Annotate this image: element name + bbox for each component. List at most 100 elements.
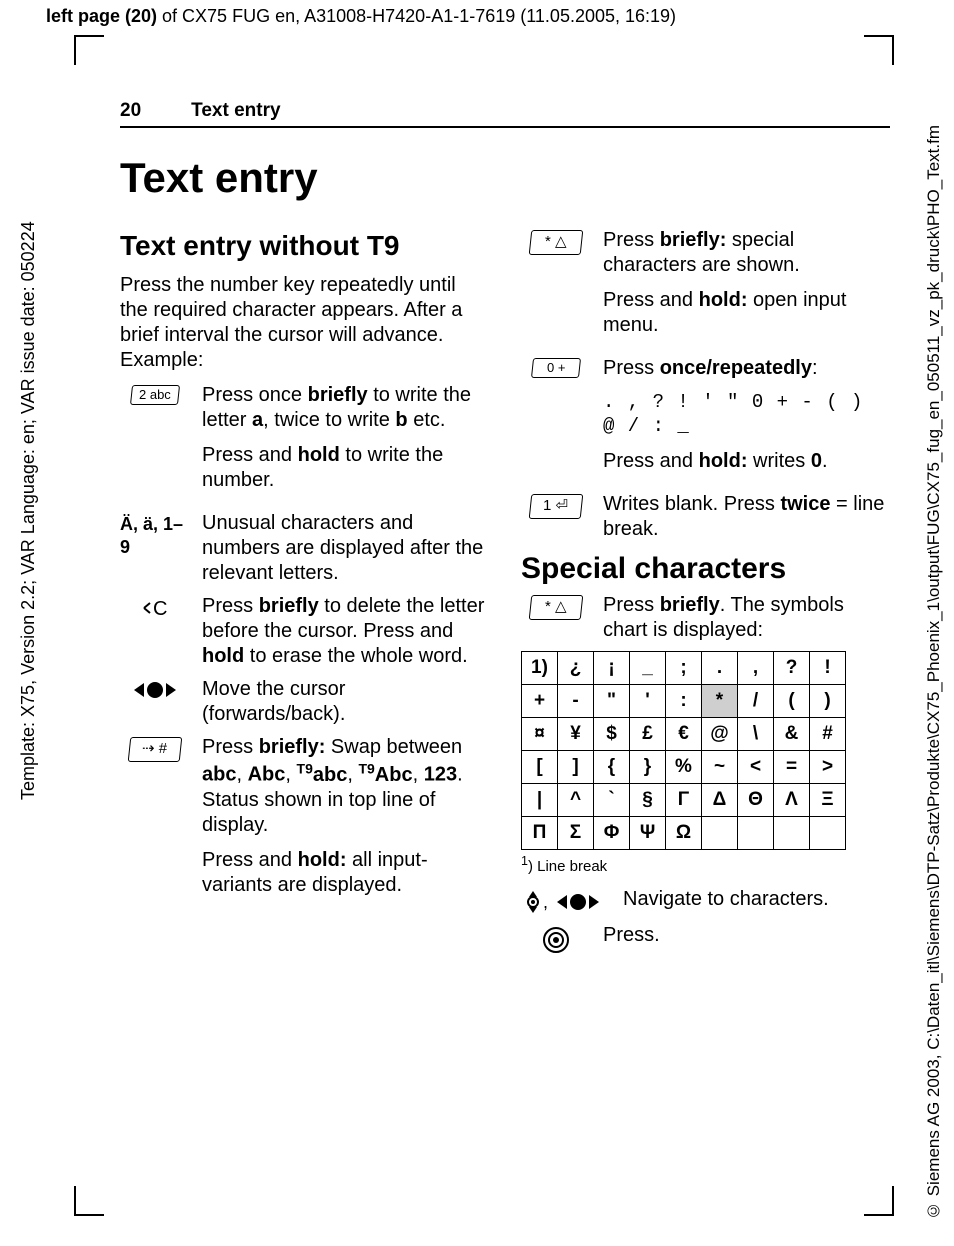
delete-text: Press briefly to delete the letter befor…	[202, 594, 485, 669]
crop-mark	[892, 1186, 894, 1216]
row-hash: ⇢ # Press briefly: Swap between abc, Abc…	[120, 735, 485, 908]
sc-cell: Δ	[702, 784, 738, 817]
right-margin-note: © Siemens AG 2003, C:\Daten_itl\Siemens\…	[924, 60, 944, 1220]
sc-cell: ¤	[522, 718, 558, 751]
hash-text: Press briefly: Swap between abc, Abc, T9…	[202, 735, 485, 908]
svg-text:,: ,	[543, 892, 548, 912]
row-star: * △ Press briefly: special characters ar…	[521, 228, 886, 348]
left-margin-note: Template: X75, Version 2.2; VAR Language…	[18, 40, 38, 800]
sc-cell: :	[666, 685, 702, 718]
crop-mark	[864, 1214, 894, 1216]
zero-text: Press once/repeatedly: . , ? ! ' " 0 + -…	[603, 356, 886, 484]
page-number: 20	[120, 100, 141, 122]
row-special-intro: * △ Press briefly. The symbols chart is …	[521, 593, 886, 643]
sc-cell: Ω	[666, 817, 702, 850]
sc-cell: £	[630, 718, 666, 751]
key-2-icon: 2 abc	[120, 383, 190, 503]
content-area: 20 Text entry Text entry Text entry with…	[120, 100, 890, 963]
sc-cell: §	[630, 784, 666, 817]
crop-mark	[892, 35, 894, 65]
sc-cell: /	[738, 685, 774, 718]
special-characters-table: 1)¿¡_;.,?!+-"':*/()¤¥$£€@\&#[]{}%~<=>|^`…	[521, 651, 846, 850]
table-footnote: 1) Line break	[521, 854, 886, 877]
left-column: Text entry without T9 Press the number k…	[120, 228, 485, 963]
sc-cell: =	[774, 751, 810, 784]
heading-without-t9: Text entry without T9	[120, 228, 485, 263]
sc-cell: Σ	[558, 817, 594, 850]
hash-key-icon: ⇢ #	[120, 735, 190, 908]
sc-cell: )	[810, 685, 846, 718]
sc-cell: Γ	[666, 784, 702, 817]
sc-cell: Ψ	[630, 817, 666, 850]
sc-cell: `	[594, 784, 630, 817]
sc-cell: |	[522, 784, 558, 817]
sc-cell: -	[558, 685, 594, 718]
row-zero: 0 + Press once/repeatedly: . , ? ! ' " 0…	[521, 356, 886, 484]
top-margin-note: left page (20) of CX75 FUG en, A31008-H7…	[46, 6, 676, 27]
sc-cell	[738, 817, 774, 850]
sc-cell: Λ	[774, 784, 810, 817]
row-move: Move the cursor (forwards/back).	[120, 677, 485, 727]
sc-cell: (	[774, 685, 810, 718]
star-key-icon: * △	[521, 228, 591, 348]
sc-cell: Θ	[738, 784, 774, 817]
section-name: Text entry	[191, 100, 280, 122]
sc-cell: }	[630, 751, 666, 784]
crop-mark	[74, 1186, 76, 1216]
row-key-2: 2 abc Press once briefly to write the le…	[120, 383, 485, 503]
crop-mark	[74, 35, 76, 65]
navigate-text: Navigate to characters.	[623, 887, 886, 915]
sc-cell: '	[630, 685, 666, 718]
left-right-icon	[120, 677, 190, 727]
sc-cell: ¡	[594, 652, 630, 685]
row-delete: C Press briefly to delete the letter bef…	[120, 594, 485, 669]
sc-cell: ;	[666, 652, 702, 685]
one-key-icon: 1 ⏎	[521, 492, 591, 542]
sc-cell	[774, 817, 810, 850]
zero-key-icon: 0 +	[521, 356, 591, 484]
sc-cell: $	[594, 718, 630, 751]
one-text: Writes blank. Press twice = line break.	[603, 492, 886, 542]
sc-cell: ^	[558, 784, 594, 817]
crop-mark	[864, 35, 894, 37]
joystick-press-icon	[521, 923, 591, 955]
joystick-nav-icon: ,	[521, 887, 611, 915]
sc-cell: ¿	[558, 652, 594, 685]
heading-special-chars: Special characters	[521, 550, 886, 588]
row-one: 1 ⏎ Writes blank. Press twice = line bre…	[521, 492, 886, 542]
sc-cell: !	[810, 652, 846, 685]
running-header: 20 Text entry	[120, 100, 890, 128]
sc-cell: Ξ	[810, 784, 846, 817]
sc-cell: ~	[702, 751, 738, 784]
sc-cell: .	[702, 652, 738, 685]
page: left page (20) of CX75 FUG en, A31008-H7…	[0, 0, 954, 1246]
sc-cell: \	[738, 718, 774, 751]
sc-cell: #	[810, 718, 846, 751]
sc-cell: &	[774, 718, 810, 751]
sc-cell	[702, 817, 738, 850]
sc-cell: {	[594, 751, 630, 784]
sc-cell: >	[810, 751, 846, 784]
row-navigate: , Navigate to characters.	[521, 887, 886, 915]
key-2-text: Press once briefly to write the letter a…	[202, 383, 485, 503]
svg-text:C: C	[153, 598, 167, 620]
intro-text: Press the number key repeatedly until th…	[120, 273, 485, 373]
unusual-text: Unusual characters and numbers are displ…	[202, 511, 485, 586]
special-intro-text: Press briefly. The symbols chart is disp…	[603, 593, 886, 643]
sc-cell: ,	[738, 652, 774, 685]
right-column: * △ Press briefly: special characters ar…	[521, 228, 886, 963]
delete-icon: C	[120, 594, 190, 669]
row-unusual: Ä, ä, 1–9 Unusual characters and numbers…	[120, 511, 485, 586]
sc-cell: ¥	[558, 718, 594, 751]
sc-cell: [	[522, 751, 558, 784]
move-text: Move the cursor (forwards/back).	[202, 677, 485, 727]
star-key-icon-2: * △	[521, 593, 591, 643]
sc-cell: ?	[774, 652, 810, 685]
sc-cell: €	[666, 718, 702, 751]
sc-cell	[810, 817, 846, 850]
press-text: Press.	[603, 923, 886, 955]
sc-cell: 1)	[522, 652, 558, 685]
row-press: Press.	[521, 923, 886, 955]
sc-cell: _	[630, 652, 666, 685]
sc-cell: "	[594, 685, 630, 718]
